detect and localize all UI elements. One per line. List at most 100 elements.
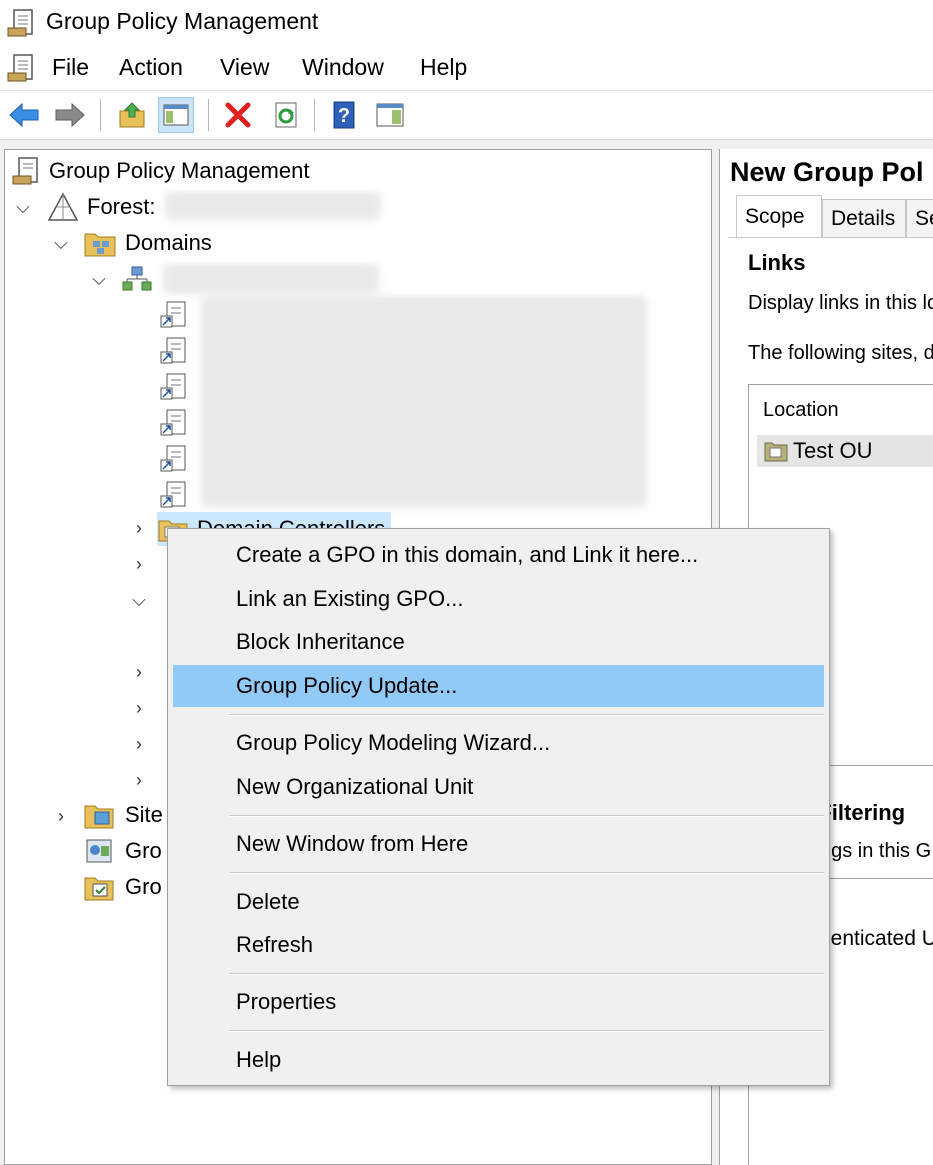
tree-sites[interactable]: Site (83, 798, 163, 832)
title-bar: Group Policy Management (0, 0, 933, 46)
action-pane-icon[interactable] (372, 97, 408, 133)
chevron-right-icon[interactable]: › (129, 554, 149, 575)
menu-item-new-ou[interactable]: New Organizational Unit (173, 766, 824, 808)
tree-domains[interactable]: Domains (83, 226, 212, 260)
tab-scope[interactable]: Scope (736, 195, 822, 237)
chevron-right-icon[interactable]: › (129, 734, 149, 755)
window-title: Group Policy Management (46, 8, 319, 34)
menu-item-label: New Organizational Unit (236, 774, 474, 799)
menu-item-help[interactable]: Help (173, 1039, 824, 1081)
authenticated-users-item[interactable]: nenticated U (819, 927, 933, 951)
menu-separator (229, 973, 824, 975)
delete-icon[interactable] (220, 97, 256, 133)
help-icon[interactable]: ? (326, 97, 362, 133)
tab-details[interactable]: Details (822, 199, 906, 237)
ou-icon (764, 442, 788, 462)
tree-gp-modeling[interactable]: Gro (83, 834, 162, 868)
sites-folder-icon (84, 805, 114, 829)
menu-item-block-inheritance[interactable]: Block Inheritance (173, 621, 824, 663)
menu-window[interactable]: Window (302, 54, 384, 81)
redacted-gpo-names (201, 296, 647, 508)
tree-domain[interactable] (121, 262, 153, 296)
domains-label: Domains (125, 230, 212, 255)
tree-root-label: Group Policy Management (49, 158, 310, 183)
redacted-domain-name (163, 264, 379, 294)
tree-gp-results[interactable]: Gro (83, 870, 162, 904)
tree-forest[interactable]: Forest: (47, 190, 155, 224)
gp-results-label: Gro (125, 874, 162, 899)
gpm-root-icon (12, 157, 38, 185)
back-arrow-icon[interactable] (6, 97, 42, 133)
gpo-link-icon (160, 409, 186, 436)
gpo-link-item[interactable] (159, 442, 189, 476)
menu-view[interactable]: View (220, 54, 269, 81)
menu-item-label: New Window from Here (236, 831, 469, 856)
forward-arrow-icon[interactable] (52, 97, 88, 133)
menu-item-label: Properties (236, 989, 337, 1014)
location-column-header[interactable]: Location (763, 399, 839, 422)
menu-separator (229, 1030, 824, 1032)
chevron-down-icon[interactable]: ⌵ (89, 269, 109, 290)
gpo-link-item[interactable] (159, 406, 189, 440)
system-menu-icon[interactable] (6, 53, 36, 83)
toolbar-separator (100, 99, 101, 131)
menu-item-new-window[interactable]: New Window from Here (173, 823, 824, 865)
chevron-right-icon[interactable]: › (129, 662, 149, 683)
menu-separator (229, 872, 824, 874)
context-menu: Create a GPO in this domain, and Link it… (167, 528, 830, 1086)
menu-item-refresh[interactable]: Refresh (173, 924, 824, 966)
menu-help[interactable]: Help (420, 54, 467, 81)
gpm-app-icon (7, 9, 33, 37)
following-sites-text: The following sites, d (748, 342, 933, 364)
menu-item-label: Group Policy Update... (236, 673, 458, 698)
menu-item-label: Create a GPO in this domain, and Link it… (236, 542, 699, 567)
link-location-value: Test OU (793, 438, 873, 463)
chevron-down-icon[interactable]: ⌵ (13, 197, 33, 218)
gpo-link-item[interactable] (159, 298, 189, 332)
display-links-label: Display links in this lo (748, 292, 933, 314)
menu-item-group-policy-update[interactable]: Group Policy Update... (173, 665, 824, 707)
toolbar-separator (208, 99, 209, 131)
forest-label: Forest: (87, 194, 156, 219)
gp-modeling-icon (86, 839, 112, 863)
menu-item-link-existing-gpo[interactable]: Link an Existing GPO... (173, 578, 824, 620)
gpo-link-icon (160, 445, 186, 472)
refresh-icon[interactable] (268, 97, 304, 133)
link-row-test-ou[interactable]: Test OU (757, 435, 933, 467)
menu-action[interactable]: Action (119, 54, 183, 81)
chevron-down-icon[interactable]: ⌵ (51, 233, 71, 254)
gp-modeling-label: Gro (125, 838, 162, 863)
links-heading: Links (748, 250, 806, 275)
gp-results-icon (84, 877, 114, 901)
sites-label: Site (125, 802, 163, 827)
gpo-link-icon (160, 373, 186, 400)
up-folder-icon[interactable] (114, 97, 150, 133)
menu-item-label: Link an Existing GPO... (236, 586, 464, 611)
menu-item-create-gpo-link[interactable]: Create a GPO in this domain, and Link it… (173, 534, 824, 576)
menu-item-properties[interactable]: Properties (173, 981, 824, 1023)
chevron-right-icon[interactable]: › (51, 806, 71, 827)
domain-icon (122, 266, 152, 291)
chevron-down-icon[interactable]: ⌵ (129, 590, 149, 611)
menu-bar: File Action View Window Help (0, 46, 933, 90)
tab-settings[interactable]: Se (906, 199, 933, 237)
menu-item-delete[interactable]: Delete (173, 881, 824, 923)
gpo-link-item[interactable] (159, 334, 189, 368)
chevron-right-icon[interactable]: › (129, 518, 149, 539)
gpo-link-item[interactable] (159, 370, 189, 404)
menu-item-label: Delete (236, 889, 300, 914)
gpo-link-icon (160, 481, 186, 508)
tree-root[interactable]: Group Policy Management (11, 154, 309, 188)
forest-icon (47, 192, 79, 221)
redacted-forest-name (165, 192, 381, 220)
toolbar: ? (0, 90, 933, 140)
chevron-right-icon[interactable]: › (129, 770, 149, 791)
svg-text:?: ? (338, 105, 350, 127)
menu-item-modeling-wizard[interactable]: Group Policy Modeling Wizard... (173, 722, 824, 764)
menu-file[interactable]: File (52, 54, 89, 81)
domains-folder-icon (84, 233, 116, 257)
show-hide-tree-icon[interactable] (158, 97, 194, 133)
gpo-link-item[interactable] (159, 478, 189, 512)
chevron-right-icon[interactable]: › (129, 698, 149, 719)
gpo-title: New Group Pol (730, 157, 924, 187)
